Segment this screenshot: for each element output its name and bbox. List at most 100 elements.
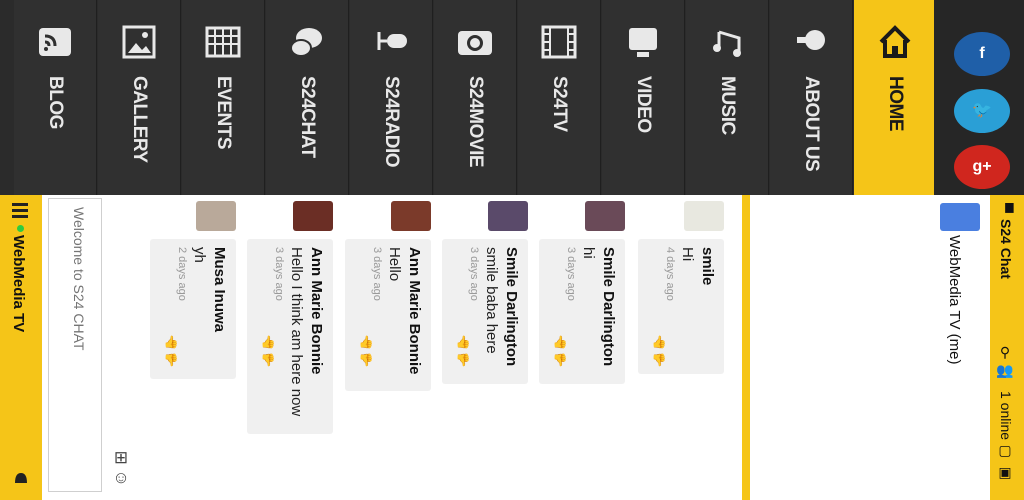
chat-icon (266, 22, 348, 67)
message-time: 4 days ago (664, 247, 676, 301)
chat-panel-strip: ▀ S24 Chat ⚲ 👥 1 online ▢ ▣ (990, 195, 1024, 500)
nav-item-events[interactable]: EVENTS (182, 0, 265, 195)
nav-label: S24CHAT (297, 76, 318, 158)
nav-label: EVENTS (213, 76, 234, 150)
panel-title: S24 Chat (998, 219, 1014, 279)
nav-label: S24TV (549, 76, 570, 132)
search-icon[interactable]: ⚲ (998, 345, 1014, 361)
online-user-list: WebMedia TV (me) (750, 195, 990, 500)
avatar[interactable] (684, 201, 724, 231)
dislike-icon[interactable]: 👎 (452, 353, 474, 367)
nav-item-s24chat[interactable]: S24CHAT (266, 0, 349, 195)
nav-item-s24tv[interactable]: S24TV (518, 0, 601, 195)
nav-item-s24radio[interactable]: S24RADIO (350, 0, 433, 195)
facebook-icon[interactable]: f (954, 32, 1010, 76)
nav-label: HOME (885, 76, 906, 131)
message-author[interactable]: Smile Darlington (600, 247, 617, 366)
online-count: 1 online (998, 391, 1014, 441)
message-text: yh (191, 247, 208, 263)
message-input[interactable] (49, 199, 101, 491)
like-icon[interactable]: 👍 (257, 335, 279, 349)
message-bubble: Smile Darlington hi 3 days ago 👍 👎 (539, 239, 625, 384)
avatar[interactable] (196, 201, 236, 231)
nav-label: BLOG (45, 76, 66, 129)
close-window-icon[interactable]: ▣ (998, 465, 1014, 481)
message-author[interactable]: Ann Marie Bonnie (308, 247, 325, 375)
nav-label: S24RADIO (381, 76, 402, 168)
video-icon (602, 22, 684, 67)
like-icon[interactable]: 👍 (160, 335, 182, 349)
nav-label: VIDEO (633, 76, 654, 133)
input-tools: ⊞ ☺ (106, 448, 136, 488)
online-status-dot (17, 225, 24, 232)
radio-icon (350, 22, 432, 67)
chat-header-strip: WebMedia TV (0, 195, 42, 500)
message-time: 3 days ago (565, 247, 577, 301)
twitter-icon[interactable]: 🐦 (954, 89, 1010, 133)
dislike-icon[interactable]: 👎 (160, 353, 182, 367)
message-author[interactable]: Ann Marie Bonnie (406, 247, 423, 375)
dislike-icon[interactable]: 👎 (549, 353, 571, 367)
message-bubble: Ann Marie Bonnie Hello I think am here n… (247, 239, 333, 434)
music-icon (686, 22, 768, 67)
film-icon (518, 22, 600, 67)
avatar[interactable] (293, 201, 333, 231)
message-author[interactable]: Musa Inuwa (211, 247, 228, 332)
avatar[interactable] (585, 201, 625, 231)
message-time: 3 days ago (371, 247, 383, 301)
lightbulb-icon (770, 22, 852, 67)
menu-icon[interactable] (12, 203, 28, 221)
nav-item-home[interactable]: HOME (854, 0, 937, 195)
nav-item-about-us[interactable]: ABOUT US (770, 0, 853, 195)
nav-label: MUSIC (717, 76, 738, 135)
message-text: hi (580, 247, 597, 259)
message-stream: smile Hi 4 days ago 👍 👎 Smile Darlington… (140, 195, 740, 495)
like-icon[interactable]: 👍 (549, 335, 571, 349)
google-plus-icon[interactable]: g+ (954, 145, 1010, 189)
blog-icon (14, 22, 96, 67)
message-text: smile baba here (483, 247, 500, 354)
bell-icon[interactable] (11, 469, 31, 490)
dislike-icon[interactable]: 👎 (648, 353, 670, 367)
user-avatar-icon[interactable] (940, 203, 980, 231)
chat-bubble-icon: ▀ (998, 203, 1014, 213)
window-icon[interactable]: ▢ (998, 443, 1014, 459)
nav-label: S24MOVIE (465, 76, 486, 168)
social-links: f 🐦 g+ (934, 0, 1024, 195)
like-icon[interactable]: 👍 (355, 335, 377, 349)
message-bubble: Smile Darlington smile baba here 3 days … (442, 239, 528, 384)
dislike-icon[interactable]: 👎 (355, 353, 377, 367)
like-icon[interactable]: 👍 (452, 335, 474, 349)
nav-item-video[interactable]: VIDEO (602, 0, 685, 195)
avatar[interactable] (391, 201, 431, 231)
home-icon (854, 22, 936, 67)
nav-item-s24movie[interactable]: S24MOVIE (434, 0, 517, 195)
avatar[interactable] (488, 201, 528, 231)
message-text: Hello I think am here now (288, 247, 305, 417)
message-text: Hi (679, 247, 696, 262)
message-time: 3 days ago (468, 247, 480, 301)
current-user-name[interactable]: WebMedia TV (me) (946, 235, 963, 365)
nav-item-gallery[interactable]: GALLERY (98, 0, 181, 195)
message-author[interactable]: Smile Darlington (503, 247, 520, 366)
main-navigation: BLOG GALLERY EVENTS S24CHAT S24RADIO S24… (0, 0, 1024, 195)
message-text: Hello (386, 247, 403, 282)
message-author[interactable]: smile (699, 247, 716, 285)
emoji-icon[interactable]: ☺ (106, 468, 136, 488)
chat-room-title: WebMedia TV (10, 235, 27, 333)
camera-icon (434, 22, 516, 67)
message-input-box (48, 198, 102, 492)
nav-item-music[interactable]: MUSIC (686, 0, 769, 195)
like-icon[interactable]: 👍 (648, 335, 670, 349)
message-time: 2 days ago (176, 247, 188, 301)
panel-divider (742, 195, 750, 500)
message-bubble: smile Hi 4 days ago 👍 👎 (638, 239, 724, 374)
image-upload-icon[interactable]: ⊞ (106, 448, 136, 468)
message-time: 3 days ago (273, 247, 285, 301)
users-icon[interactable]: 👥 (998, 365, 1014, 382)
nav-item-blog[interactable]: BLOG (14, 0, 97, 195)
dislike-icon[interactable]: 👎 (257, 353, 279, 367)
events-icon (182, 22, 264, 67)
nav-label: GALLERY (129, 76, 150, 163)
gallery-icon (98, 22, 180, 67)
